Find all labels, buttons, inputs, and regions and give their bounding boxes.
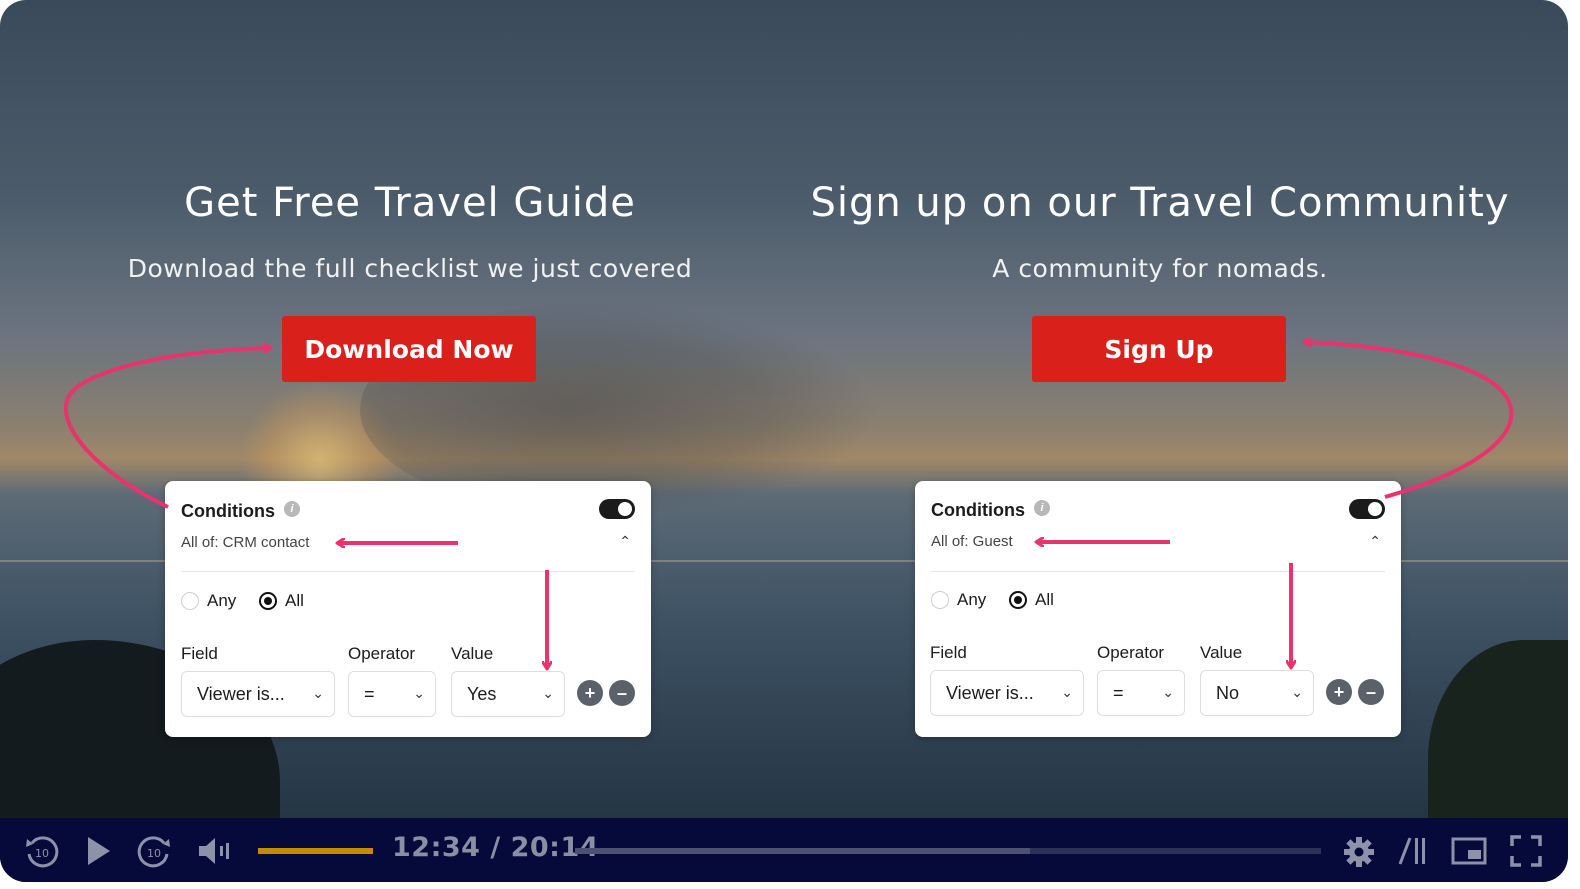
captions-icon[interactable]: [1398, 836, 1428, 866]
seek-bar[interactable]: [575, 848, 1321, 854]
forward-10-icon[interactable]: 10: [136, 834, 172, 870]
play-icon[interactable]: [86, 836, 112, 866]
right-loop-arrow: [1305, 342, 1514, 499]
fullscreen-icon[interactable]: [1510, 835, 1542, 867]
time-display: 12:34 / 20:14: [392, 832, 600, 863]
picture-in-picture-icon[interactable]: [1451, 837, 1487, 865]
left-loop-arrow: [64, 348, 270, 509]
volume-icon[interactable]: [197, 836, 231, 866]
svg-text:10: 10: [147, 847, 161, 860]
video-frame[interactable]: Get Free Travel Guide Download the full …: [0, 0, 1568, 882]
svg-text:10: 10: [35, 847, 49, 860]
volume-level-bar[interactable]: [258, 848, 373, 854]
seek-bar-played: [575, 848, 1031, 854]
rewind-10-icon[interactable]: 10: [24, 834, 60, 870]
settings-gear-icon[interactable]: [1343, 836, 1375, 868]
annotation-arrows: [64, 0, 1514, 882]
player-controls: 10 10 12:34 / 20:14: [0, 818, 1568, 882]
